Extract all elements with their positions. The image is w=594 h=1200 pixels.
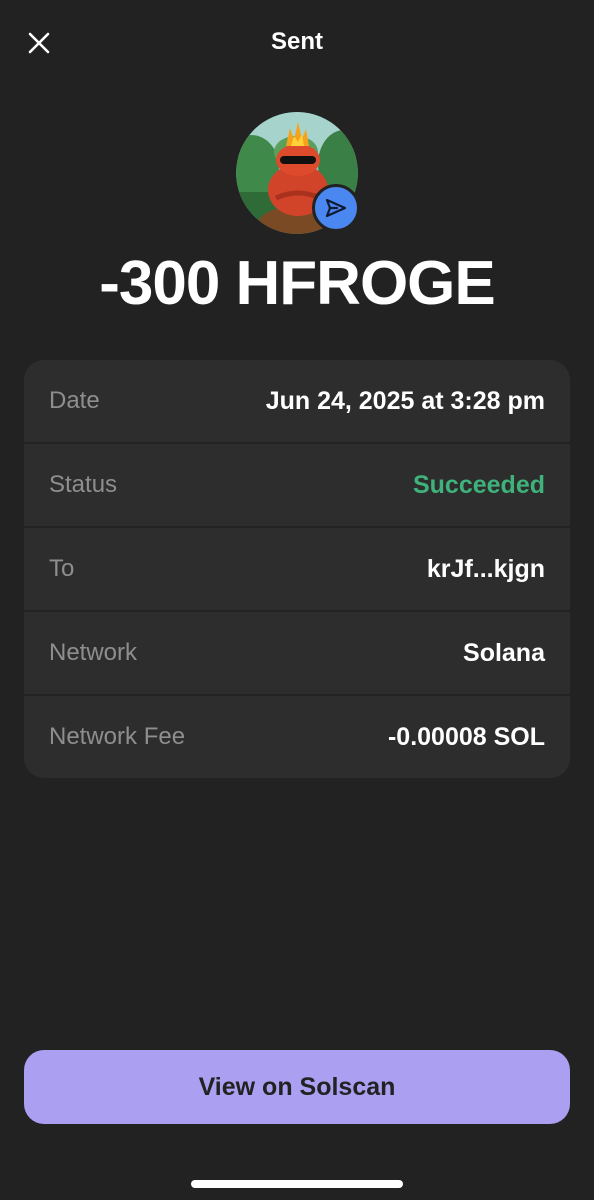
page-title: Sent bbox=[270, 28, 323, 55]
detail-label: Network bbox=[49, 639, 138, 666]
detail-row-network: Network Solana bbox=[24, 612, 570, 696]
detail-value: Jun 24, 2025 at 3:28 pm bbox=[265, 386, 545, 415]
detail-value: Solana bbox=[463, 638, 545, 667]
detail-row-status: Status Succeeded bbox=[24, 444, 570, 528]
status-badge: Succeeded bbox=[412, 470, 545, 499]
home-indicator bbox=[191, 1180, 403, 1188]
detail-label: Network Fee bbox=[49, 723, 186, 750]
detail-row-to[interactable]: To krJf...kjgn bbox=[24, 528, 570, 612]
transaction-amount: -300 HFROGE bbox=[99, 249, 496, 318]
detail-label: Date bbox=[49, 387, 100, 414]
detail-row-date: Date Jun 24, 2025 at 3:28 pm bbox=[24, 360, 570, 444]
detail-label: Status bbox=[49, 471, 118, 498]
token-icon-group bbox=[236, 112, 360, 234]
detail-label: To bbox=[49, 555, 75, 582]
send-badge bbox=[312, 184, 360, 232]
transaction-details-card: Date Jun 24, 2025 at 3:28 pm Status Succ… bbox=[24, 360, 570, 778]
view-on-solscan-button[interactable]: View on Solscan bbox=[24, 1050, 570, 1124]
detail-row-network-fee: Network Fee -0.00008 SOL bbox=[24, 696, 570, 778]
recipient-address[interactable]: krJf...kjgn bbox=[427, 555, 545, 584]
header: Sent bbox=[0, 0, 594, 88]
transaction-detail-screen: Sent -300 HFROGE Date Jun 24, 2025 at 3:… bbox=[0, 0, 594, 1200]
detail-value: -0.00008 SOL bbox=[387, 722, 545, 751]
send-arrow-icon bbox=[325, 198, 347, 218]
